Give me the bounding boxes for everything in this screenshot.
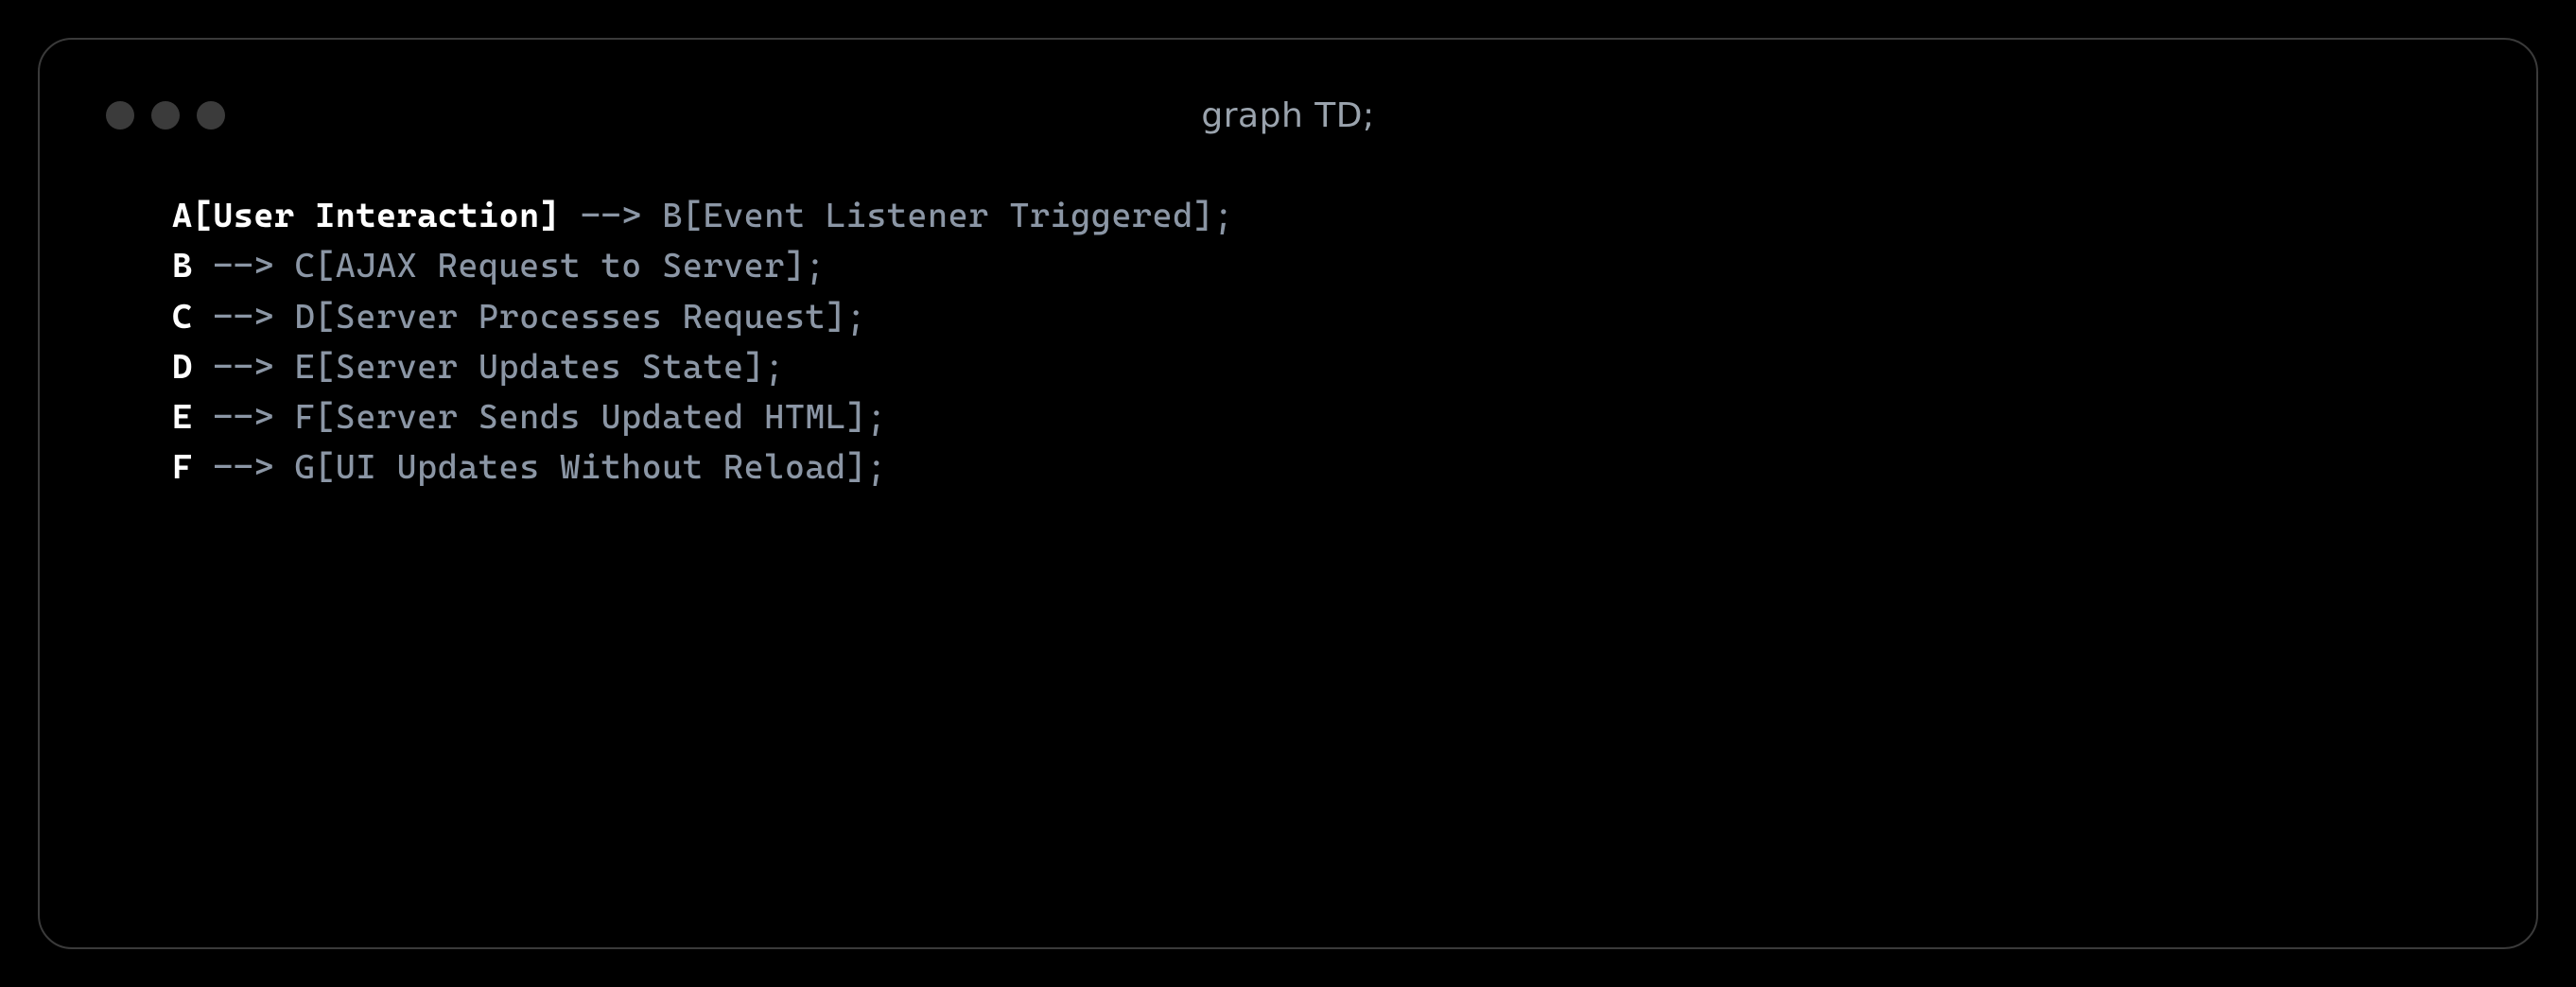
window-titlebar: graph TD; [106,87,2470,144]
code-line: F --> G[UI Updates Without Reload]; [172,442,2470,493]
close-icon[interactable] [106,101,134,130]
code-window: graph TD; A[User Interaction] --> B[Even… [38,38,2538,949]
traffic-lights [106,101,225,130]
minimize-icon[interactable] [151,101,180,130]
code-line: B --> C[AJAX Request to Server]; [172,241,2470,291]
code-token: --> D[Server Processes Request]; [193,298,867,337]
code-line: D --> E[Server Updates State]; [172,342,2470,392]
code-token: --> E[Server Updates State]; [193,348,785,387]
code-block: A[User Interaction] --> B[Event Listener… [106,191,2470,494]
maximize-icon[interactable] [197,101,225,130]
code-token: --> G[UI Updates Without Reload]; [193,448,887,487]
code-token: --> F[Server Sends Updated HTML]; [193,398,887,437]
code-line: C --> D[Server Processes Request]; [172,292,2470,342]
code-token: --> B[Event Listener Triggered]; [560,197,1234,235]
code-token: --> C[AJAX Request to Server]; [193,247,826,286]
code-token: F [172,448,193,487]
code-token: C [172,298,193,337]
code-token: B [172,247,193,286]
code-line: A[User Interaction] --> B[Event Listener… [172,191,2470,241]
code-token: A[User Interaction] [172,197,560,235]
code-token: E [172,398,193,437]
window-title: graph TD; [106,96,2470,135]
code-line: E --> F[Server Sends Updated HTML]; [172,392,2470,442]
code-token: D [172,348,193,387]
